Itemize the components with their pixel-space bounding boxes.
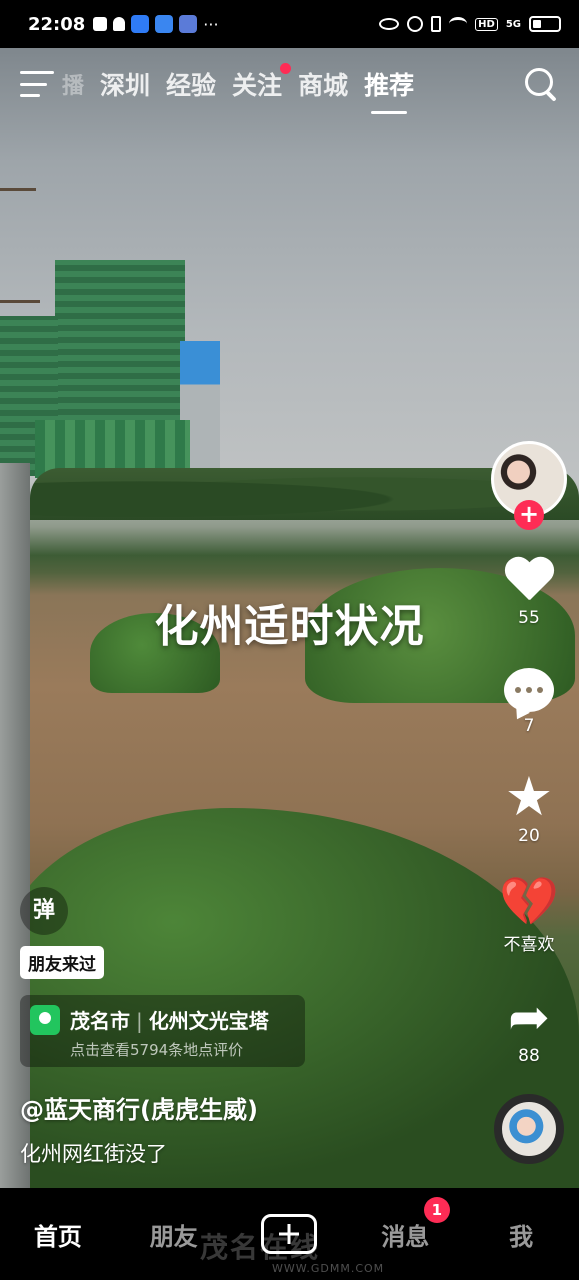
location-separator: |: [136, 1009, 143, 1033]
share-icon: ➦: [508, 988, 550, 1046]
notification-icons: ···: [93, 14, 219, 34]
friend-visited-tag: 朋友来过: [20, 946, 104, 979]
vibrate-icon: [431, 16, 442, 32]
music-disc[interactable]: [494, 1094, 564, 1164]
location-review-text: 点击查看5794条地点评价: [70, 1041, 244, 1059]
nav-messages[interactable]: 消息 1: [347, 1196, 463, 1252]
status-time: 22:08: [28, 13, 86, 35]
watermark: 茂名在线: [200, 1231, 321, 1264]
location-pin-icon: [30, 1005, 60, 1035]
more-icon: ···: [203, 14, 219, 34]
watermark-url: WWW.GDMM.COM: [272, 1262, 385, 1275]
app-notification-icon: [93, 17, 108, 31]
alarm-icon: [407, 16, 424, 32]
favorite-button[interactable]: ★ 20: [499, 765, 559, 847]
messages-badge: 1: [423, 1196, 450, 1223]
eye-icon: [379, 18, 400, 30]
favorite-count: 20: [518, 826, 540, 846]
danmu-toggle[interactable]: 弹: [20, 887, 68, 935]
search-icon[interactable]: [523, 66, 559, 102]
heart-icon: [503, 558, 555, 604]
tab-recommend[interactable]: 推荐: [364, 66, 414, 102]
video-description: 化州网红街没了: [20, 1142, 167, 1166]
share-count: 88: [518, 1046, 540, 1066]
tab-following-label: 关注: [232, 71, 283, 100]
location-card[interactable]: 茂名市 | 化州文光宝塔 点击查看5794条地点评价: [20, 995, 305, 1067]
bell-icon: [113, 17, 126, 31]
top-nav: 播 深圳 经验 关注 商城 推荐: [0, 48, 579, 120]
stone-pillar: [0, 463, 30, 1188]
video-caption: 化州适时状况: [154, 601, 425, 652]
status-right: HD 5G: [379, 16, 561, 32]
tab-experience[interactable]: 经验: [166, 66, 216, 102]
comment-icon: [504, 668, 554, 712]
comment-button[interactable]: 7: [499, 668, 559, 736]
author-name[interactable]: @蓝天商行(虎虎生威): [20, 1090, 258, 1125]
crane-arm: [0, 188, 36, 191]
tab-mall[interactable]: 商城: [298, 66, 348, 102]
nav-home[interactable]: 首页: [0, 1217, 116, 1252]
app-cap-icon: [155, 15, 174, 33]
broken-heart-icon: 💔: [499, 874, 559, 930]
like-count: 55: [518, 608, 540, 628]
wifi-icon: [449, 17, 468, 31]
tab-shenzhen[interactable]: 深圳: [100, 66, 150, 102]
dislike-button[interactable]: 💔 不喜欢: [494, 878, 564, 955]
follow-button[interactable]: +: [514, 500, 544, 530]
battery-icon: [529, 16, 561, 32]
dislike-label: 不喜欢: [503, 935, 555, 955]
star-icon: ★: [504, 765, 554, 828]
location-city: 茂名市: [70, 1009, 130, 1033]
hd-badge: HD: [475, 17, 498, 31]
notification-dot: [280, 63, 292, 74]
app-music-icon: [179, 15, 198, 33]
crane-arm-2: [0, 300, 40, 303]
nav-messages-label: 消息: [381, 1222, 430, 1251]
nav-me[interactable]: 我: [463, 1217, 579, 1252]
menu-icon[interactable]: [20, 71, 54, 97]
tab-partial[interactable]: 播: [62, 68, 84, 100]
location-title: 茂名市 | 化州文光宝塔: [70, 1005, 269, 1034]
status-bar: 22:08 ··· HD 5G: [0, 0, 579, 48]
tab-following[interactable]: 关注: [232, 63, 292, 102]
comment-count: 7: [523, 716, 535, 736]
signal-icon: 5G: [505, 18, 521, 30]
like-button[interactable]: 55: [499, 558, 559, 628]
app-blue-icon: [131, 15, 150, 33]
location-place: 化州文光宝塔: [148, 1009, 269, 1033]
share-button[interactable]: ➦ 88: [499, 992, 559, 1066]
